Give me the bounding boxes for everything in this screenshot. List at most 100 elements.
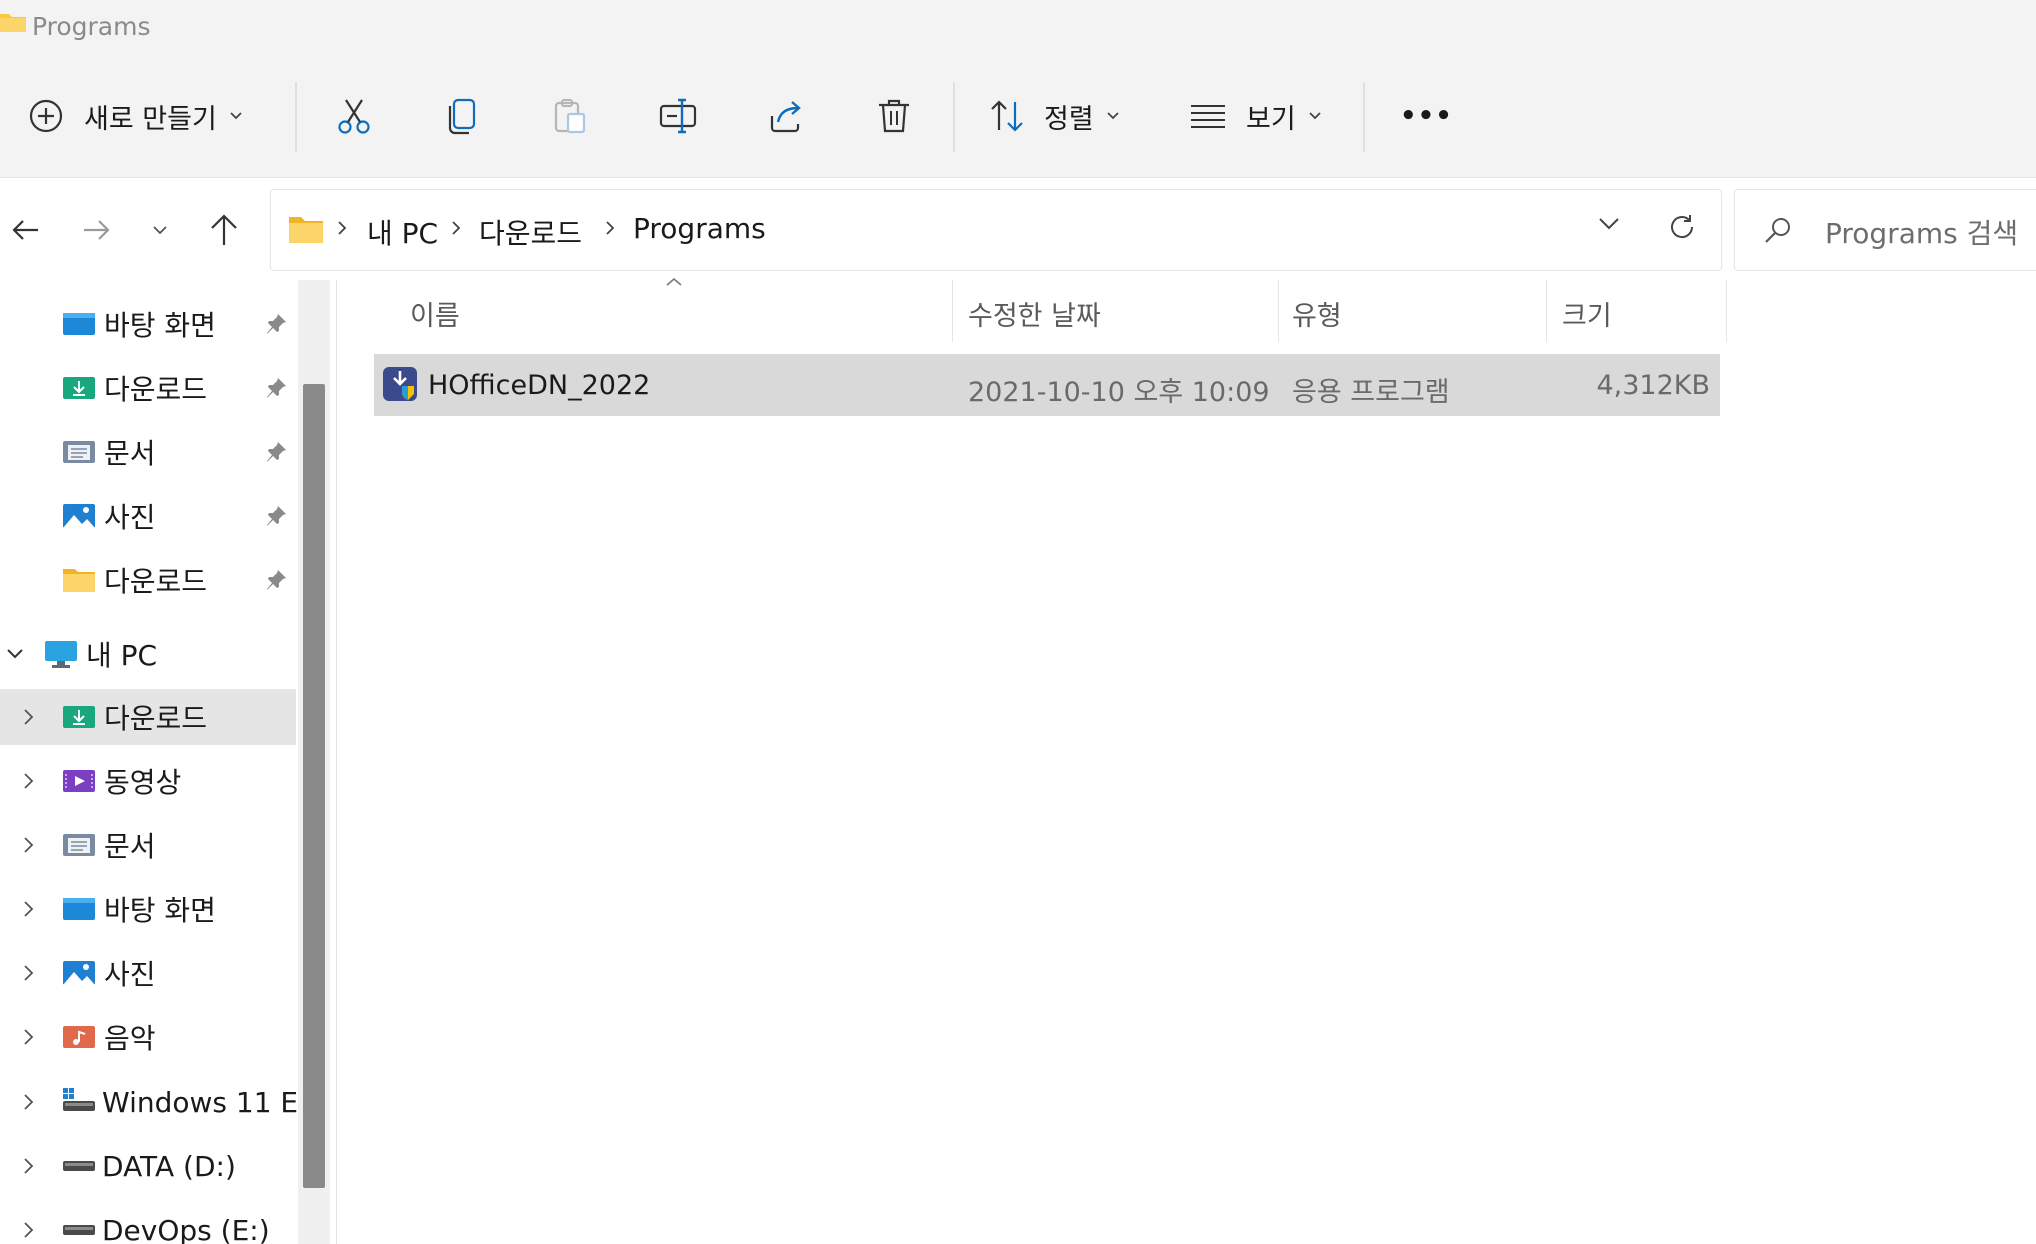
sidebar-item-downloads-pinned[interactable]: 다운로드	[0, 360, 296, 416]
drive-icon	[63, 1161, 95, 1171]
rename-icon	[659, 98, 697, 134]
pin-icon[interactable]	[264, 504, 288, 528]
toolbar-divider	[295, 82, 297, 152]
copy-button[interactable]	[442, 86, 482, 146]
sort-ascending-icon	[666, 277, 682, 286]
more-options-label: •••	[1400, 101, 1453, 131]
share-icon	[770, 101, 801, 133]
navigation-pane: 바탕 화면 다운로드 문서 사진 다운로드 내 PC 다운로드 동영상 문서 바…	[0, 280, 327, 1244]
up-button[interactable]	[204, 210, 244, 250]
sidebar-item-desktop-pc[interactable]: 바탕 화면	[0, 881, 296, 937]
pane-divider[interactable]	[336, 280, 337, 1244]
sort-button[interactable]: 정렬	[988, 86, 1120, 146]
sidebar-item-data-drive[interactable]: DATA (D:)	[0, 1138, 296, 1194]
sidebar-item-desktop[interactable]: 바탕 화면	[0, 296, 296, 352]
pin-icon[interactable]	[264, 376, 288, 400]
share-button[interactable]	[766, 86, 806, 146]
chevron-right-icon[interactable]	[22, 836, 34, 854]
view-button[interactable]: 보기	[1188, 86, 1322, 146]
column-header-name[interactable]: 이름	[410, 294, 460, 333]
search-box[interactable]: Programs 검색	[1734, 189, 2036, 271]
sidebar-item-label: DATA (D:)	[102, 1149, 236, 1183]
sidebar-item-downloads-folder[interactable]: 다운로드	[0, 552, 296, 608]
sidebar-scrollbar-thumb[interactable]	[303, 384, 325, 1188]
sidebar-item-pictures[interactable]: 사진	[0, 945, 296, 1001]
sidebar-item-label: 음악	[104, 1022, 156, 1055]
sidebar-item-label: 사진	[104, 958, 156, 991]
search-placeholder: Programs 검색	[1825, 217, 2019, 250]
file-row[interactable]: HOfficeDN_2022 2021-10-10 오후 10:09 응용 프로…	[374, 354, 1720, 416]
column-divider[interactable]	[1546, 280, 1547, 342]
chevron-down-icon	[1107, 112, 1119, 120]
chevron-down-icon	[153, 226, 167, 235]
toolbar-divider	[953, 82, 955, 152]
toolbar-divider	[1363, 82, 1365, 152]
chevron-right-icon[interactable]	[22, 1028, 34, 1046]
delete-button[interactable]	[874, 86, 914, 146]
recent-locations-button[interactable]	[140, 210, 180, 250]
desktop-folder-icon	[63, 313, 95, 335]
sidebar-item-label: 문서	[104, 830, 156, 863]
sidebar-item-windows-drive[interactable]: Windows 11 Ent	[0, 1074, 327, 1130]
chevron-down-icon[interactable]	[6, 648, 24, 660]
sidebar-item-this-pc[interactable]: 내 PC	[0, 626, 296, 682]
paste-icon	[554, 99, 586, 134]
downloads-folder-icon	[63, 377, 95, 399]
new-button[interactable]: 새로 만들기	[28, 86, 243, 146]
arrow-left-icon	[12, 220, 38, 240]
sort-icon	[991, 100, 1023, 132]
sidebar-item-downloads[interactable]: 다운로드	[0, 689, 296, 745]
chevron-right-icon[interactable]	[22, 1157, 34, 1175]
downloads-folder-icon	[63, 706, 95, 728]
pin-icon[interactable]	[264, 312, 288, 336]
pictures-folder-icon	[63, 504, 95, 528]
chevron-right-icon[interactable]	[22, 964, 34, 982]
sidebar-item-documents[interactable]: 문서	[0, 817, 296, 873]
copy-icon	[448, 98, 476, 135]
file-name: HOfficeDN_2022	[428, 370, 651, 401]
chevron-right-icon[interactable]	[22, 708, 34, 726]
column-divider[interactable]	[1278, 280, 1279, 342]
folder-icon	[0, 14, 26, 32]
sidebar-item-pictures-pinned[interactable]: 사진	[0, 488, 296, 544]
column-header-type[interactable]: 유형	[1292, 294, 1342, 333]
sort-button-label: 정렬	[1044, 103, 1094, 135]
column-header-size[interactable]: 크기	[1562, 294, 1612, 333]
title-bar: Programs	[0, 0, 2036, 56]
sidebar-item-documents-pinned[interactable]: 문서	[0, 424, 296, 480]
column-divider[interactable]	[952, 280, 953, 342]
chevron-right-icon[interactable]	[22, 900, 34, 918]
chevron-right-icon[interactable]	[22, 772, 34, 790]
forward-button[interactable]	[76, 210, 116, 250]
yellow-folder-icon	[63, 569, 95, 592]
file-type: 응용 프로그램	[1292, 377, 1450, 408]
file-modified: 2021-10-10 오후 10:09	[968, 377, 1270, 408]
desktop-folder-icon	[63, 898, 95, 920]
breadcrumb-this-pc[interactable]: 내 PC	[367, 212, 438, 252]
sidebar-item-videos[interactable]: 동영상	[0, 753, 296, 809]
sidebar-item-music[interactable]: 음악	[0, 1009, 296, 1065]
breadcrumb-downloads[interactable]: 다운로드	[479, 212, 582, 252]
documents-folder-icon	[63, 441, 95, 463]
paste-button[interactable]	[550, 86, 590, 146]
back-button[interactable]	[6, 210, 46, 250]
sidebar-item-label: 바탕 화면	[104, 309, 216, 342]
documents-folder-icon	[63, 834, 95, 856]
breadcrumb-programs[interactable]: Programs	[633, 212, 766, 245]
rename-button[interactable]	[658, 86, 698, 146]
arrow-up-icon	[211, 214, 237, 245]
column-header-modified[interactable]: 수정한 날짜	[968, 294, 1101, 333]
command-bar: 새로 만들기 정렬 보기 •••	[0, 56, 2036, 178]
chevron-right-icon[interactable]	[22, 1093, 34, 1111]
refresh-icon[interactable]	[1667, 212, 1697, 242]
more-options-button[interactable]: •••	[1400, 86, 1453, 146]
cut-button[interactable]	[334, 86, 374, 146]
column-divider[interactable]	[1726, 280, 1727, 342]
chevron-down-icon[interactable]	[1597, 216, 1621, 232]
address-bar[interactable]: 내 PC 다운로드 Programs	[270, 189, 1722, 271]
pin-icon[interactable]	[264, 440, 288, 464]
sidebar-item-devops-drive[interactable]: DevOps (E:)	[0, 1202, 296, 1244]
chevron-right-icon[interactable]	[22, 1221, 34, 1239]
chevron-right-icon	[452, 221, 461, 235]
pin-icon[interactable]	[264, 568, 288, 592]
